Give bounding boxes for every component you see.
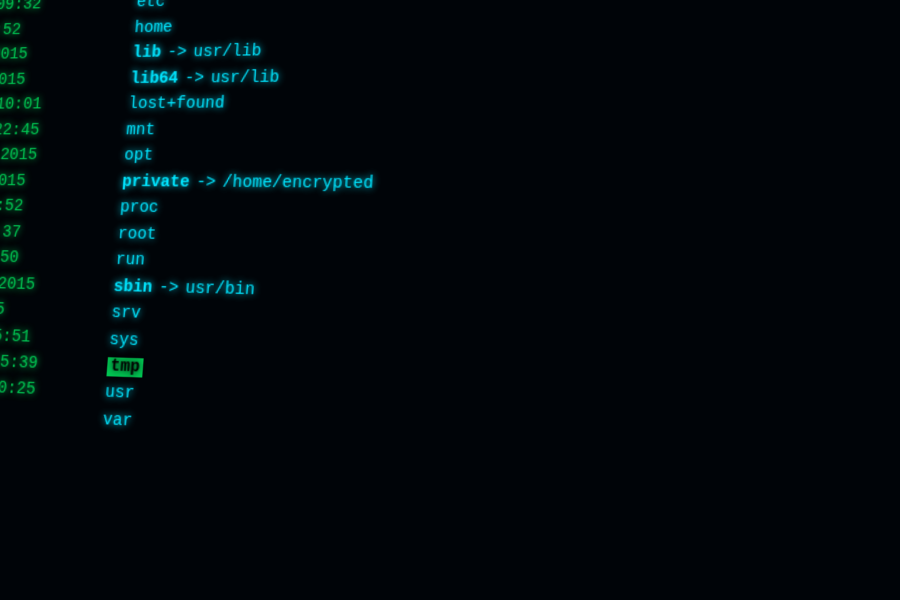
line-date: 84 23. Jul 10:01 <box>0 92 129 118</box>
terminal-content: Sep 2015 15:53bin->usr/bin8 Sep 09:31boo… <box>0 0 900 600</box>
line-target: usr/bin <box>184 275 255 303</box>
line-date: 7 12. Aug 15:37 <box>0 219 119 248</box>
line-target: usr/lib <box>192 40 262 67</box>
line-filename: tmp <box>106 354 144 382</box>
line-arrow: -> <box>177 66 212 92</box>
line-arrow: -> <box>189 170 224 196</box>
line-filename: etc <box>136 0 166 16</box>
line-filename: home <box>133 16 173 42</box>
line-date: 7 30. Sep 2015 <box>0 42 133 70</box>
line-target: /home/encrypted <box>222 170 374 198</box>
line-filename: var <box>102 407 133 435</box>
line-filename: mnt <box>125 118 156 144</box>
line-date: 7 30. Sep 2015 <box>0 67 131 94</box>
line-filename: lib64 <box>129 66 179 92</box>
line-date: 096 30. Sep 2015 <box>0 143 125 169</box>
line-date: 21. Sep 15:52 <box>0 16 136 45</box>
line-arrow: -> <box>160 41 194 67</box>
line-filename: usr <box>104 380 135 408</box>
line-filename: root <box>117 221 158 248</box>
terminal-line: 096 1. Aug 22:45mnt <box>0 115 900 144</box>
line-filename: sys <box>108 327 139 355</box>
line-date: 0 21. Sep 2015 <box>0 295 113 327</box>
tmp-highlight: tmp <box>106 357 143 377</box>
line-arrow: -> <box>151 275 186 302</box>
line-filename: proc <box>119 195 160 222</box>
line-filename: private <box>121 169 190 196</box>
terminal-window: Sep 2015 15:53bin->usr/bin8 Sep 09:31boo… <box>0 0 900 600</box>
line-filename: opt <box>123 144 154 170</box>
line-date: 16 21. Sep 2015 <box>0 168 123 195</box>
line-date: 7 30. Sep 15:50 <box>0 244 117 274</box>
line-filename: lib <box>131 41 161 67</box>
line-date: 0 21. Sep 15:52 <box>0 193 121 221</box>
line-target: usr/lib <box>210 65 280 92</box>
line-filename: run <box>115 248 146 275</box>
line-date: 096 1. Aug 22:45 <box>0 118 127 144</box>
line-filename: srv <box>110 300 141 327</box>
line-filename: sbin <box>113 274 154 301</box>
line-filename: lost+found <box>127 92 225 118</box>
line-date: 4096 30. Sep 2015 <box>0 269 115 300</box>
